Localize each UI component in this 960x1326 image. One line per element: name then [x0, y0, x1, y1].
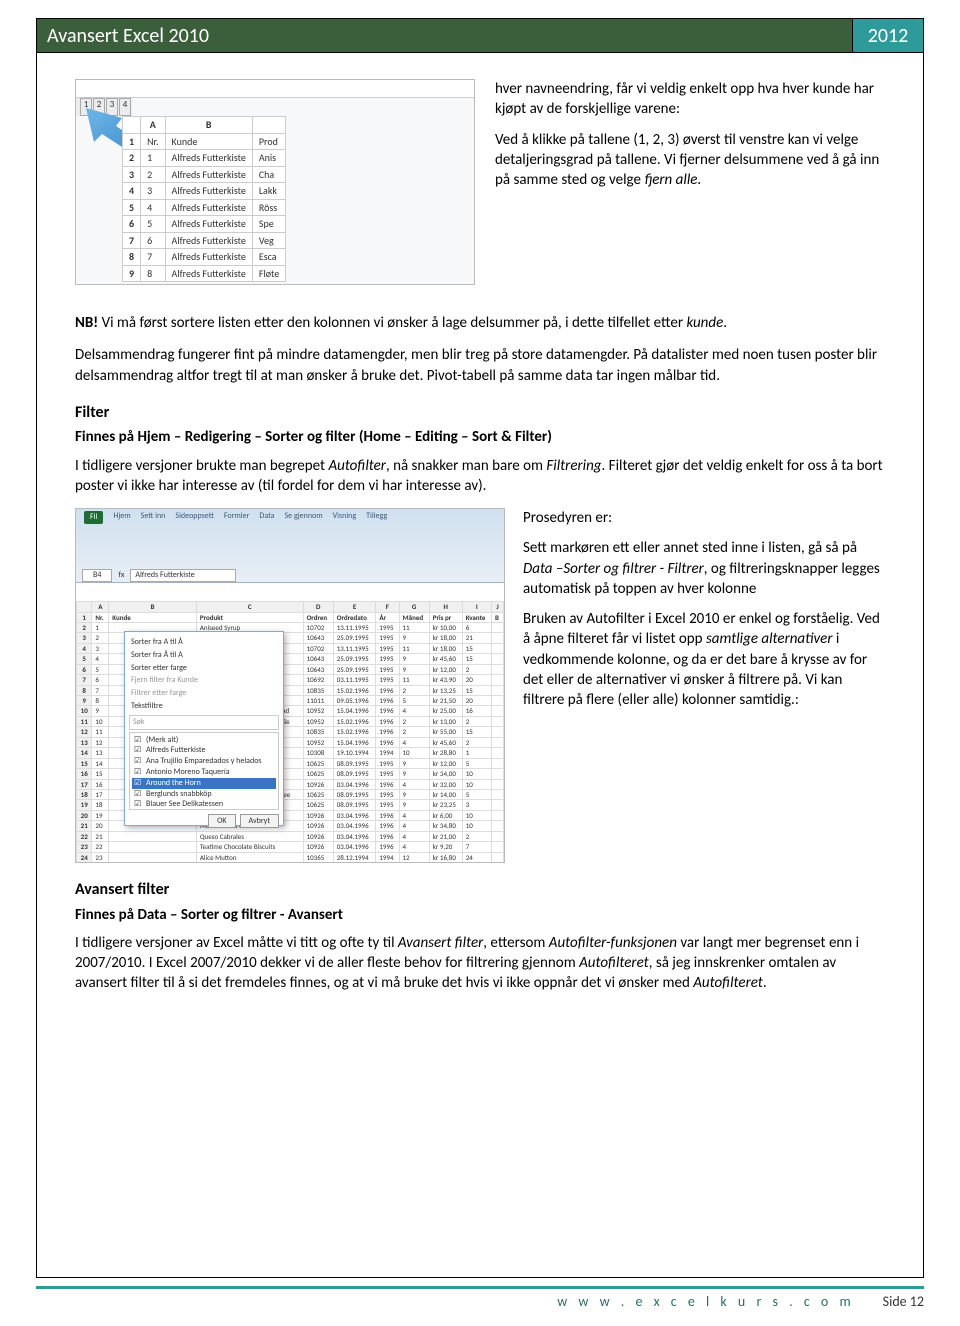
nb-paragraph: NB! Vi må først sortere listen etter den…: [75, 313, 885, 333]
doc-title: Avansert Excel 2010: [37, 19, 853, 52]
para-delsammendrag: Delsammendrag fungerer fint på mindre da…: [75, 345, 885, 386]
cancel-button: Avbryt: [240, 814, 279, 829]
screenshot-delsummer: 1 2 3 4 AB 1Nr.KundeProd 21Alfreds Futte…: [75, 79, 475, 285]
filter-heading: Filter: [75, 402, 885, 424]
footer-page: Side 12: [883, 1293, 924, 1312]
autofilter-dropdown: Sorter fra A til Å Sorter fra Å til A So…: [124, 631, 284, 826]
avansert-subhead: Finnes på Data – Sorter og filtrer - Ava…: [75, 905, 885, 925]
avansert-p: I tidligere versjoner av Excel måtte vi …: [75, 933, 885, 994]
footer-url: w w w . e x c e l k u r s . c o m: [557, 1293, 854, 1312]
avansert-heading: Avansert filter: [75, 879, 885, 901]
formula-bar: Alfreds Futterkiste: [130, 569, 235, 582]
ok-button: OK: [208, 814, 235, 829]
excel-grid-preview: AB 1Nr.KundeProd 21Alfreds FutterkisteAn…: [122, 116, 286, 282]
name-box: B4: [82, 569, 112, 582]
bruk-text: Bruken av Autofilter i Excel 2010 er enk…: [523, 609, 885, 710]
proc-text: Sett markøren ett eller annet sted inne …: [523, 538, 885, 599]
doc-year: 2012: [853, 19, 923, 52]
intro-p2: Ved å klikke på tallene (1, 2, 3) øverst…: [495, 130, 885, 191]
intro-p1: hver navneendring, får vi veldig enkelt …: [495, 79, 885, 120]
ribbon-tabs: Fil Hjem Sett inn Sideoppsett Formler Da…: [76, 509, 504, 526]
proc-label: Prosedyren er:: [523, 508, 885, 528]
filter-p1: I tidligere versjoner brukte man begrepe…: [75, 456, 885, 497]
screenshot-autofilter: Fil Hjem Sett inn Sideoppsett Formler Da…: [75, 508, 505, 863]
filter-subhead: Finnes på Hjem – Redigering – Sorter og …: [75, 427, 885, 447]
